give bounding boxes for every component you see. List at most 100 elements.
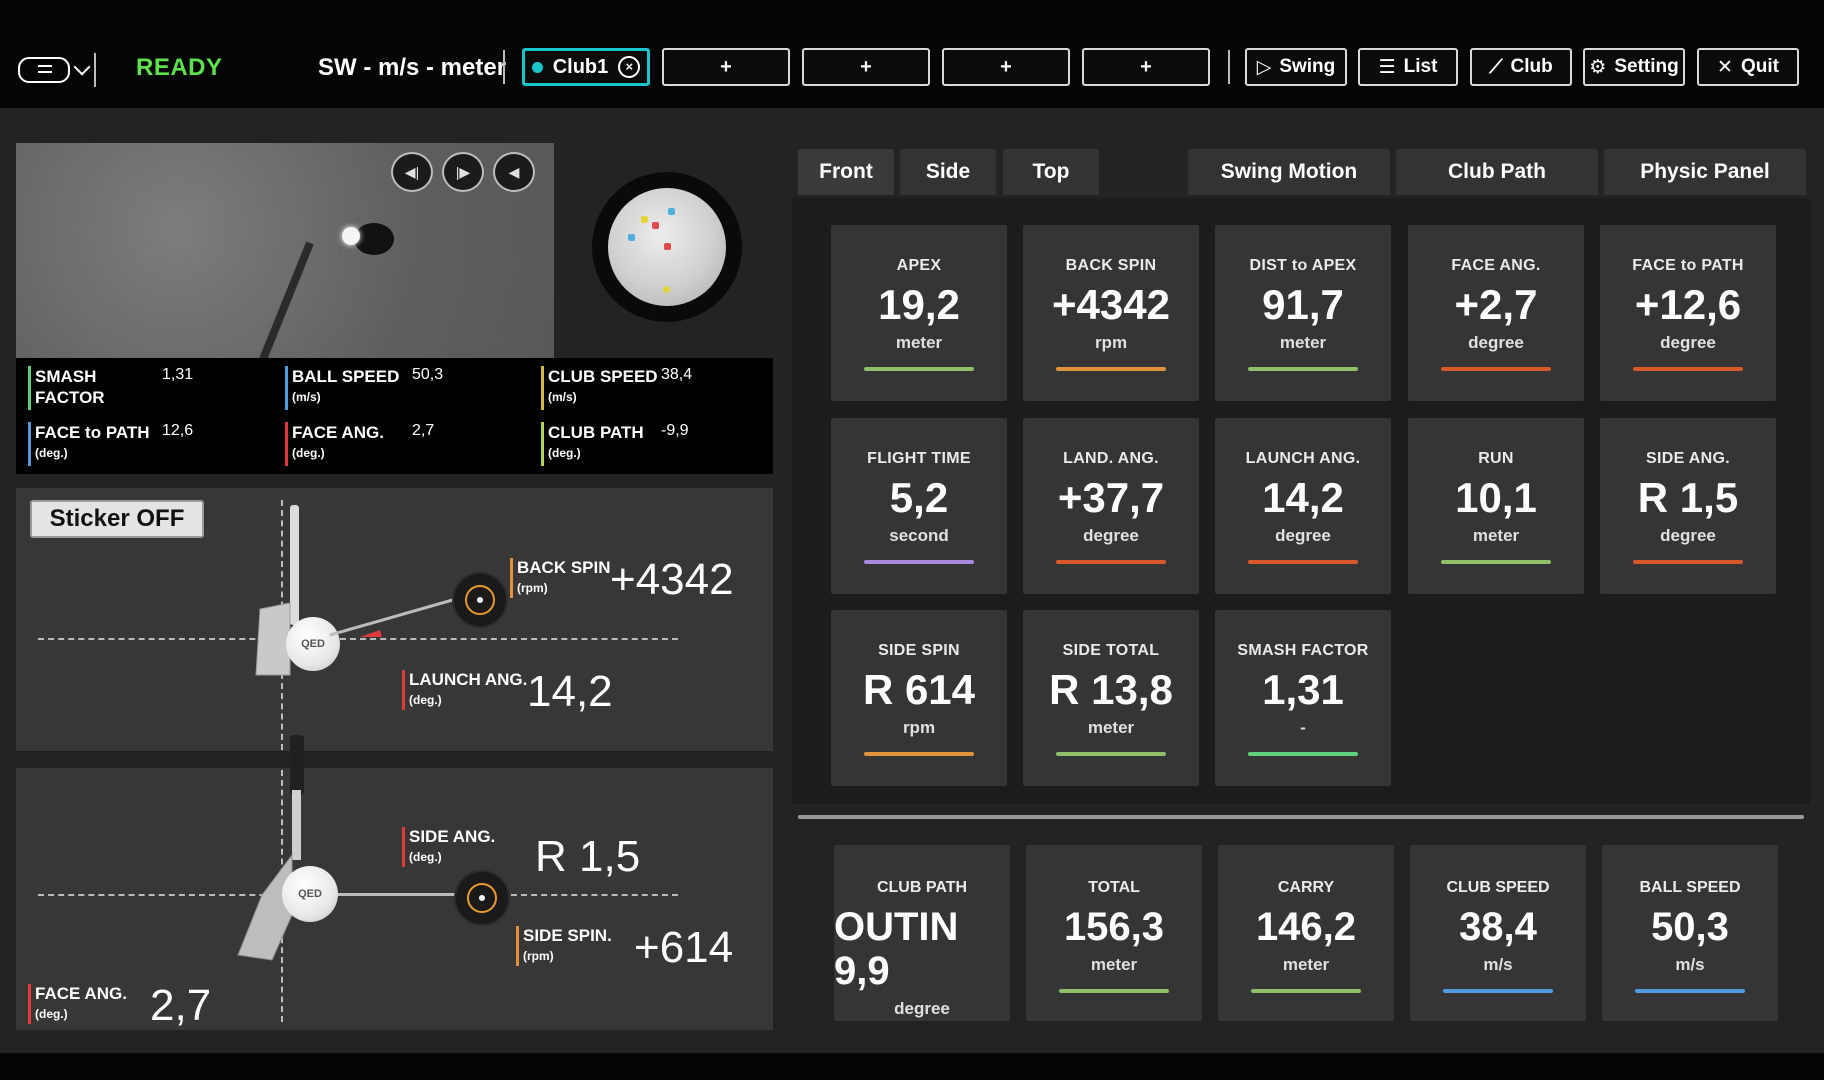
metric-value: 19,2 <box>878 281 960 328</box>
bottom-strip <box>0 1053 1824 1080</box>
metric-unit: rpm <box>902 718 936 737</box>
stat-club-path: CLUB PATH (deg.) <box>541 422 644 466</box>
add-tab-button[interactable]: + <box>942 48 1070 86</box>
side-ang-readout: SIDE ANG. (deg.) <box>402 827 495 867</box>
next-frame-button[interactable]: |▶ <box>442 152 484 192</box>
add-tab-button[interactable]: + <box>1082 48 1210 86</box>
metric-unit: meter <box>895 333 943 352</box>
quit-button[interactable]: ✕ Quit <box>1697 48 1799 86</box>
app-logo-menu[interactable] <box>18 52 118 88</box>
metric-value: 91,7 <box>1262 281 1344 328</box>
close-tab-icon[interactable]: × <box>618 56 641 78</box>
tab-front[interactable]: Front <box>798 149 894 195</box>
metric-unit: degree <box>1083 526 1139 545</box>
side-spin-value: +614 <box>634 923 734 972</box>
metric-color-bar <box>1441 367 1551 371</box>
side-ang-value: R 1,5 <box>535 832 641 881</box>
metric-title: BACK SPIN <box>1065 257 1157 274</box>
tab-swing-motion[interactable]: Swing Motion <box>1188 149 1390 195</box>
stat-face-ang: FACE ANG. (deg.) <box>285 422 384 466</box>
metric-color-bar <box>864 752 974 756</box>
metric-card-run: RUN 10,1 meter <box>1408 418 1584 594</box>
list-button[interactable]: ☰ List <box>1358 48 1458 86</box>
tab-club-path[interactable]: Club Path <box>1396 149 1598 195</box>
ball-marker <box>663 286 670 293</box>
metric-unit: rpm <box>1094 333 1128 352</box>
metric-unit: m/s <box>1675 955 1705 974</box>
backspin-indicator <box>452 572 508 628</box>
sticker-toggle-button[interactable]: Sticker OFF <box>30 500 204 538</box>
metric-unit: degree <box>1275 526 1331 545</box>
total-card-ball-speed: BALL SPEED 50,3 m/s <box>1602 845 1778 1021</box>
sidespin-indicator <box>454 870 510 926</box>
summary-stats: SMASH FACTOR 1,31 BALL SPEED (m/s) 50,3 C… <box>16 358 773 474</box>
tab-top[interactable]: Top <box>1003 149 1099 195</box>
video-ball <box>342 227 360 245</box>
metric-value: 1,31 <box>1262 666 1344 713</box>
face-ang-readout: FACE ANG. (deg.) <box>28 984 127 1024</box>
metric-color-bar <box>1059 989 1169 993</box>
metric-value: 10,1 <box>1455 474 1537 521</box>
metric-unit: degree <box>1660 333 1716 352</box>
stat-face-ang-value: 2,7 <box>412 422 435 439</box>
setting-button[interactable]: ⚙ Setting <box>1583 48 1685 86</box>
swing-button[interactable]: ▷ Swing <box>1245 48 1347 86</box>
iron-shaft <box>292 790 301 860</box>
metric-title: LAUNCH ANG. <box>1245 450 1361 467</box>
metric-value: R 13,8 <box>1049 666 1173 713</box>
add-tab-button[interactable]: + <box>662 48 790 86</box>
metric-color-bar <box>1633 560 1743 564</box>
metric-unit: meter <box>1087 718 1135 737</box>
status-text: READY <box>136 54 223 81</box>
stat-ball-speed: BALL SPEED (m/s) <box>285 366 399 410</box>
stat-smash-factor: SMASH FACTOR <box>28 366 135 410</box>
metric-value: +12,6 <box>1634 281 1742 328</box>
section-divider <box>798 815 1804 819</box>
metric-value: +37,7 <box>1057 474 1165 521</box>
metric-title: CLUB PATH <box>876 879 968 896</box>
active-dot-icon <box>531 61 543 73</box>
metric-card-face-ang: FACE ANG. +2,7 degree <box>1408 225 1584 401</box>
metric-title: FLIGHT TIME <box>867 450 971 467</box>
launch-ang-value: 14,2 <box>527 667 613 716</box>
metric-card-launch-ang: LAUNCH ANG. 14,2 degree <box>1215 418 1391 594</box>
metric-unit: m/s <box>1483 955 1513 974</box>
tab-physic-panel[interactable]: Physic Panel <box>1604 149 1806 195</box>
iron-head <box>255 602 291 676</box>
metric-color-bar <box>1056 560 1166 564</box>
play-circle-icon: ▷ <box>1256 56 1272 78</box>
club-icon: ⟋ <box>1489 56 1503 78</box>
stat-club-speed: CLUB SPEED (m/s) <box>541 366 658 410</box>
header-divider <box>1228 50 1230 84</box>
metric-title: SIDE ANG. <box>1646 450 1730 467</box>
ball-camera <box>592 172 742 322</box>
tab-club1[interactable]: Club1 × <box>522 48 650 86</box>
metric-unit: meter <box>1279 333 1327 352</box>
metric-value: 5,2 <box>889 474 949 521</box>
metric-unit: second <box>889 526 949 545</box>
metric-color-bar <box>1251 989 1361 993</box>
metric-title: FACE ANG. <box>1451 257 1541 274</box>
direction-line <box>338 893 458 896</box>
add-tab-button[interactable]: + <box>802 48 930 86</box>
total-card-carry: CARRY 146,2 meter <box>1218 845 1394 1021</box>
metric-card-dist-to-apex: DIST to APEX 91,7 meter <box>1215 225 1391 401</box>
metric-title: SIDE SPIN <box>878 642 960 659</box>
metric-value: +2,7 <box>1454 281 1538 328</box>
close-icon: ✕ <box>1717 56 1733 78</box>
total-card-club-path: CLUB PATH OUTIN 9,9 degree <box>834 845 1010 1021</box>
metric-value: 156,3 <box>1063 905 1165 949</box>
tab-side[interactable]: Side <box>900 149 996 195</box>
spin-arrow-icon <box>467 883 497 913</box>
ball-marker <box>641 216 648 223</box>
metric-card-face-to-path: FACE to PATH +12,6 degree <box>1600 225 1776 401</box>
metric-value: 38,4 <box>1459 905 1537 949</box>
total-card-total: TOTAL 156,3 meter <box>1026 845 1202 1021</box>
metric-title: RUN <box>1478 450 1514 467</box>
club-button[interactable]: ⟋ Club <box>1470 48 1572 86</box>
header-divider <box>503 50 505 84</box>
back-spin-value: +4342 <box>610 555 734 604</box>
ball-marker <box>628 234 635 241</box>
prev-frame-button[interactable]: ◀| <box>391 152 433 192</box>
rewind-button[interactable]: ◀ <box>493 152 535 192</box>
